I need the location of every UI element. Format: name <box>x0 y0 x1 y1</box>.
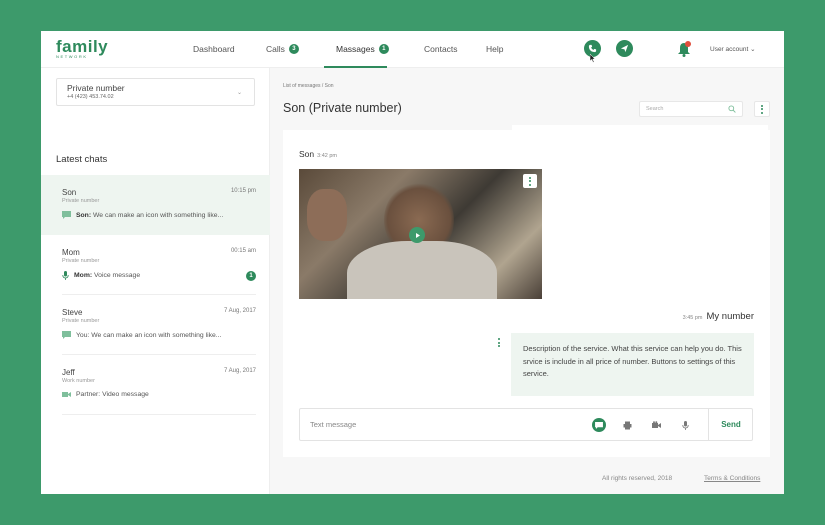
conversation-area: List of messages / Son Son (Private numb… <box>270 68 784 494</box>
voice-message-button[interactable] <box>678 418 692 432</box>
search-icon <box>728 105 736 113</box>
panel-tab <box>512 125 768 130</box>
message-options-button[interactable] <box>498 338 500 347</box>
chat-time: 00:15 am <box>230 248 256 254</box>
latest-chats-heading: Latest chats <box>56 154 108 165</box>
chat-number-type: Work number <box>62 378 95 384</box>
nav-help[interactable]: Help <box>486 44 503 54</box>
chat-preview-text: Partner: Video message <box>76 391 149 398</box>
massages-count-badge: 1 <box>378 44 389 54</box>
family-network-logo[interactable]: family NETWORK <box>56 37 109 59</box>
nav-calls-label: Calls <box>266 44 285 54</box>
logo-text: family <box>56 37 109 56</box>
chat-divider <box>62 414 256 415</box>
video-options-button[interactable] <box>523 174 537 188</box>
chat-sidebar: Private number +4 (423) 453.74.02 ⌄ Late… <box>41 68 270 494</box>
nav-help-label: Help <box>486 44 504 54</box>
message-composer: Text message Send <box>299 408 753 441</box>
chat-preview-text: You: We can make an icon with something … <box>76 331 222 339</box>
video-icon <box>62 392 71 397</box>
chat-item-mom[interactable]: Mom Private number 00:15 am Mom: Voice m… <box>41 235 270 295</box>
search-placeholder: Search <box>646 106 664 112</box>
video-call-button[interactable] <box>649 418 663 432</box>
chat-preview: You: We can make an icon with something … <box>62 331 221 339</box>
terms-link[interactable]: Terms & Conditions <box>704 475 760 482</box>
footer-copyright: All rights reserved, 2018 <box>602 475 673 482</box>
chat-preview-author: Mom: <box>74 272 93 279</box>
unread-count-badge: 1 <box>246 271 256 281</box>
chat-preview-author: Son: <box>76 211 92 219</box>
nav-dashboard-label: Dashboard <box>193 44 235 54</box>
chat-item-steve[interactable]: Steve Private number 7 Aug, 2017 You: We… <box>41 295 270 355</box>
calls-count-badge: 3 <box>288 44 299 54</box>
page-title: Son (Private number) <box>283 101 402 115</box>
send-message-button[interactable] <box>616 40 633 57</box>
nav-calls[interactable]: Calls 3 <box>266 44 299 54</box>
chat-name: Son <box>62 188 77 197</box>
mouse-cursor-icon <box>590 54 596 63</box>
notification-dot <box>685 41 691 47</box>
nav-contacts-label: Contacts <box>424 44 458 54</box>
message-panel: Son 3:42 pm 3:45 pm My number Description … <box>283 125 770 457</box>
search-input[interactable]: Search <box>639 101 743 117</box>
more-options-button[interactable] <box>754 101 770 117</box>
chat-preview: Mom: Voice message <box>62 271 140 280</box>
chat-number-type: Private number <box>62 318 100 324</box>
chat-icon <box>62 331 71 339</box>
chat-preview-text: We can make an icon with something like.… <box>93 211 224 219</box>
nav-massages-label: Massages <box>336 44 375 54</box>
chat-time: 7 Aug, 2017 <box>223 308 256 314</box>
chat-item-son[interactable]: Son Private number 10:15 pm Son: We can … <box>41 175 270 235</box>
video-background-figure <box>307 189 347 241</box>
chat-time: 10:15 pm <box>230 188 256 194</box>
chat-number-type: Private number <box>62 198 100 204</box>
print-button[interactable] <box>620 418 634 432</box>
chat-mode-button[interactable] <box>592 418 606 432</box>
chat-icon <box>62 211 71 219</box>
microphone-icon <box>62 271 69 280</box>
chat-time: 7 Aug, 2017 <box>223 368 256 374</box>
chat-preview: Partner: Video message <box>62 391 149 398</box>
paper-plane-icon <box>620 44 629 53</box>
chat-number-type: Private number <box>62 258 100 264</box>
microphone-icon <box>681 420 689 430</box>
number-select[interactable]: Private number +4 (423) 453.74.02 ⌄ <box>56 78 255 106</box>
video-message-thumbnail[interactable] <box>299 169 542 299</box>
number-select-value: +4 (423) 453.74.02 <box>67 94 114 100</box>
nav-contacts[interactable]: Contacts <box>424 44 458 54</box>
printer-icon <box>623 421 631 429</box>
top-navigation-bar: family NETWORK Dashboard Calls 3 Massage… <box>41 31 784 68</box>
play-icon <box>415 232 420 238</box>
nav-massages[interactable]: Massages 1 <box>336 44 389 54</box>
user-account-menu[interactable]: User account ⌄ <box>710 45 756 53</box>
chat-icon <box>595 421 603 429</box>
chat-item-jeff[interactable]: Jeff Work number 7 Aug, 2017 Partner: Vi… <box>41 355 270 415</box>
chat-preview-text: Voice message <box>94 272 141 279</box>
incoming-message-header: Son 3:42 pm <box>299 149 337 159</box>
outgoing-sender-name: My number <box>706 311 754 322</box>
nav-dashboard[interactable]: Dashboard <box>193 44 235 54</box>
outgoing-time: 3:45 pm <box>682 315 703 321</box>
play-button[interactable] <box>409 227 425 243</box>
incoming-sender-name: Son <box>299 149 315 159</box>
chevron-down-icon: ⌄ <box>236 90 242 96</box>
chat-name: Steve <box>62 308 83 317</box>
video-camera-icon <box>651 421 661 428</box>
outgoing-message-header: 3:45 pm My number <box>683 311 754 322</box>
chat-name: Jeff <box>62 368 75 377</box>
chat-name: Mom <box>62 248 80 257</box>
breadcrumb[interactable]: List of messages / Son <box>283 83 334 89</box>
number-select-title: Private number <box>67 83 125 93</box>
outgoing-message-bubble: Description of the service. What this se… <box>511 333 754 396</box>
incoming-time: 3:42 pm <box>317 153 337 159</box>
app-window: family NETWORK Dashboard Calls 3 Massage… <box>41 31 784 494</box>
phone-icon <box>588 44 597 53</box>
text-message-input[interactable]: Text message <box>310 420 356 429</box>
video-person-body <box>347 241 497 299</box>
chat-preview: Son: We can make an icon with something … <box>62 211 223 219</box>
send-button[interactable]: Send <box>709 409 753 440</box>
